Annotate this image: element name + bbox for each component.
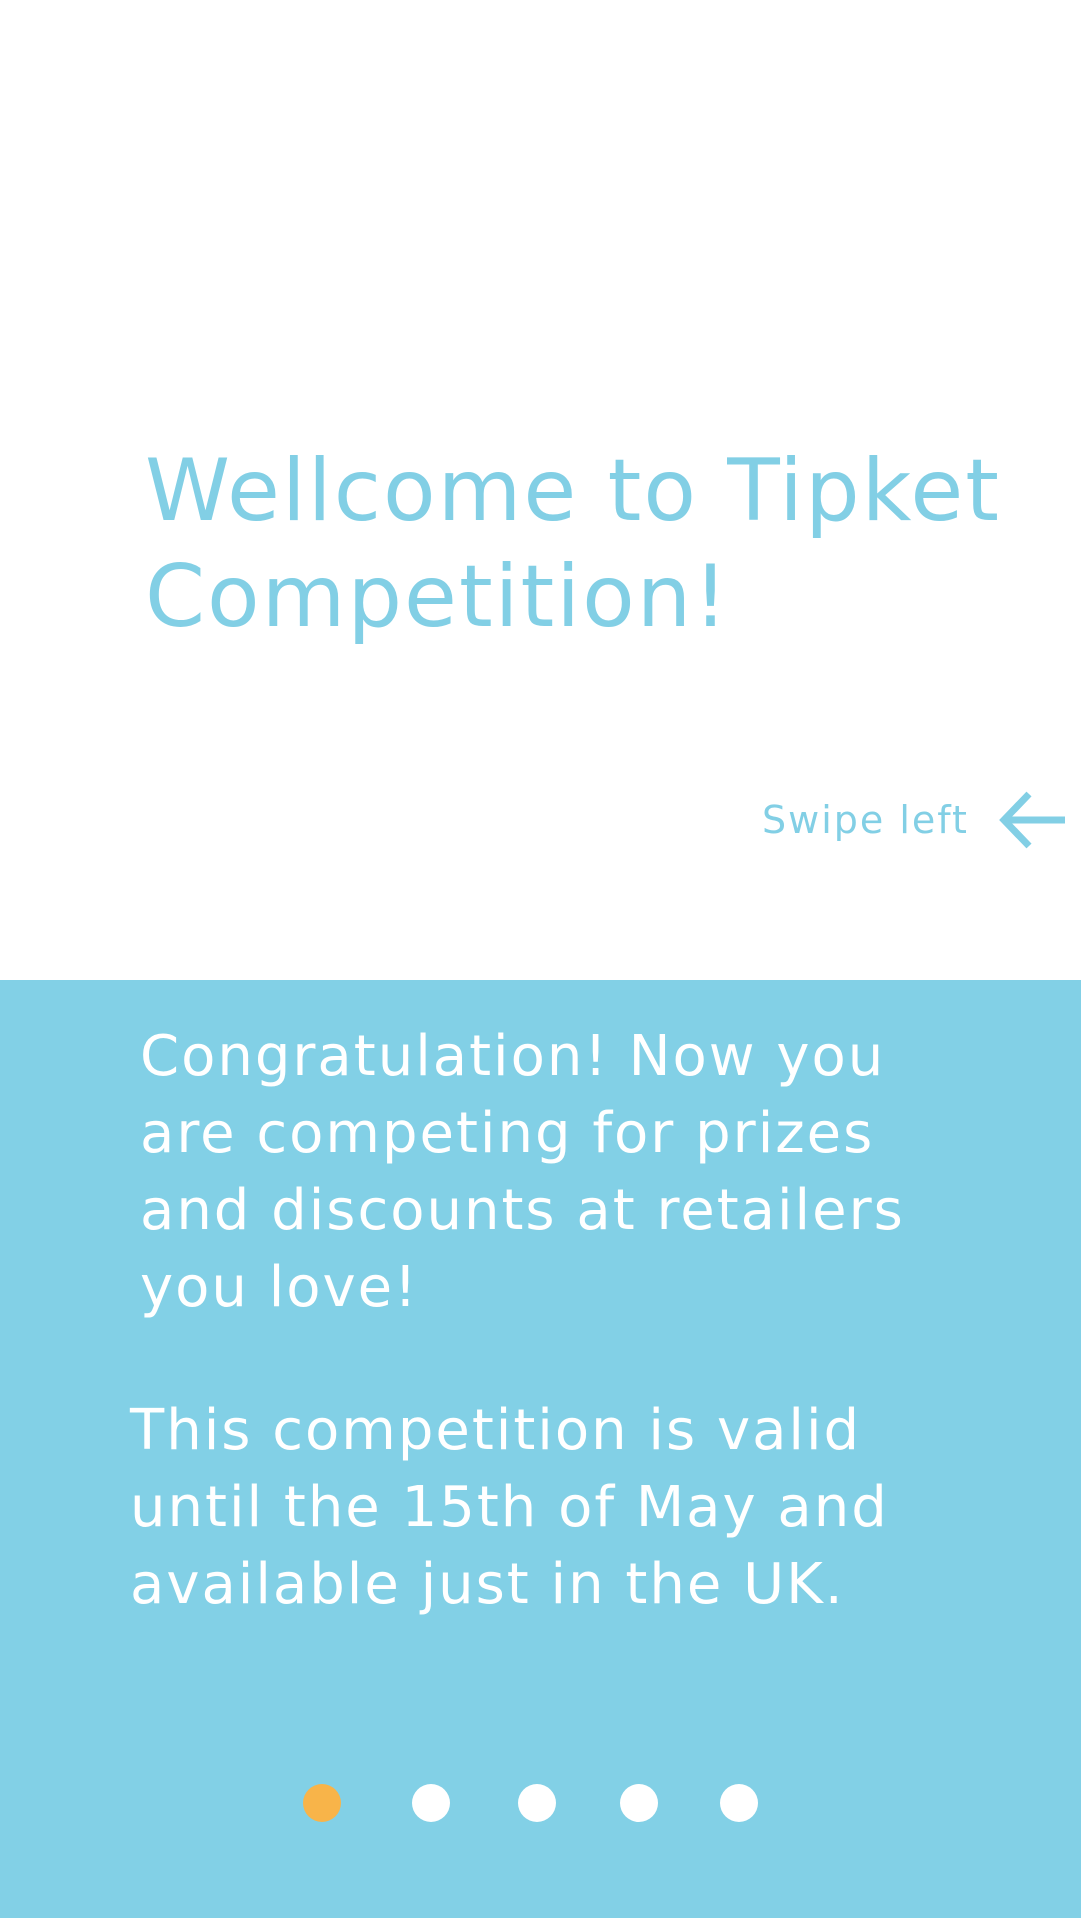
onboarding-screen[interactable]: Wellcome to Tipket Competition! Swipe lef… [0, 0, 1081, 1918]
arrow-left-icon [999, 791, 1065, 849]
swipe-label: Swipe left [762, 798, 969, 842]
welcome-title-line-1: Wellcome to Tipket [145, 441, 1002, 541]
congratulation-message: Congratulation! Now you are competing fo… [140, 1024, 905, 1320]
info-panel: Congratulation! Now you are competing fo… [0, 980, 1081, 1918]
validity-message: This competition is valid until the 15th… [130, 1398, 889, 1617]
welcome-title-line-2: Competition! [145, 547, 730, 647]
page-dot-4[interactable] [620, 1784, 658, 1822]
page-dot-2[interactable] [412, 1784, 450, 1822]
page-dot-5[interactable] [720, 1784, 758, 1822]
swipe-hint[interactable]: Swipe left [762, 790, 1067, 850]
page-indicator [0, 1784, 1081, 1822]
welcome-title: Wellcome to Tipket Competition! [145, 438, 1005, 650]
page-dot-3[interactable] [518, 1784, 556, 1822]
page-dot-1[interactable] [303, 1784, 341, 1822]
